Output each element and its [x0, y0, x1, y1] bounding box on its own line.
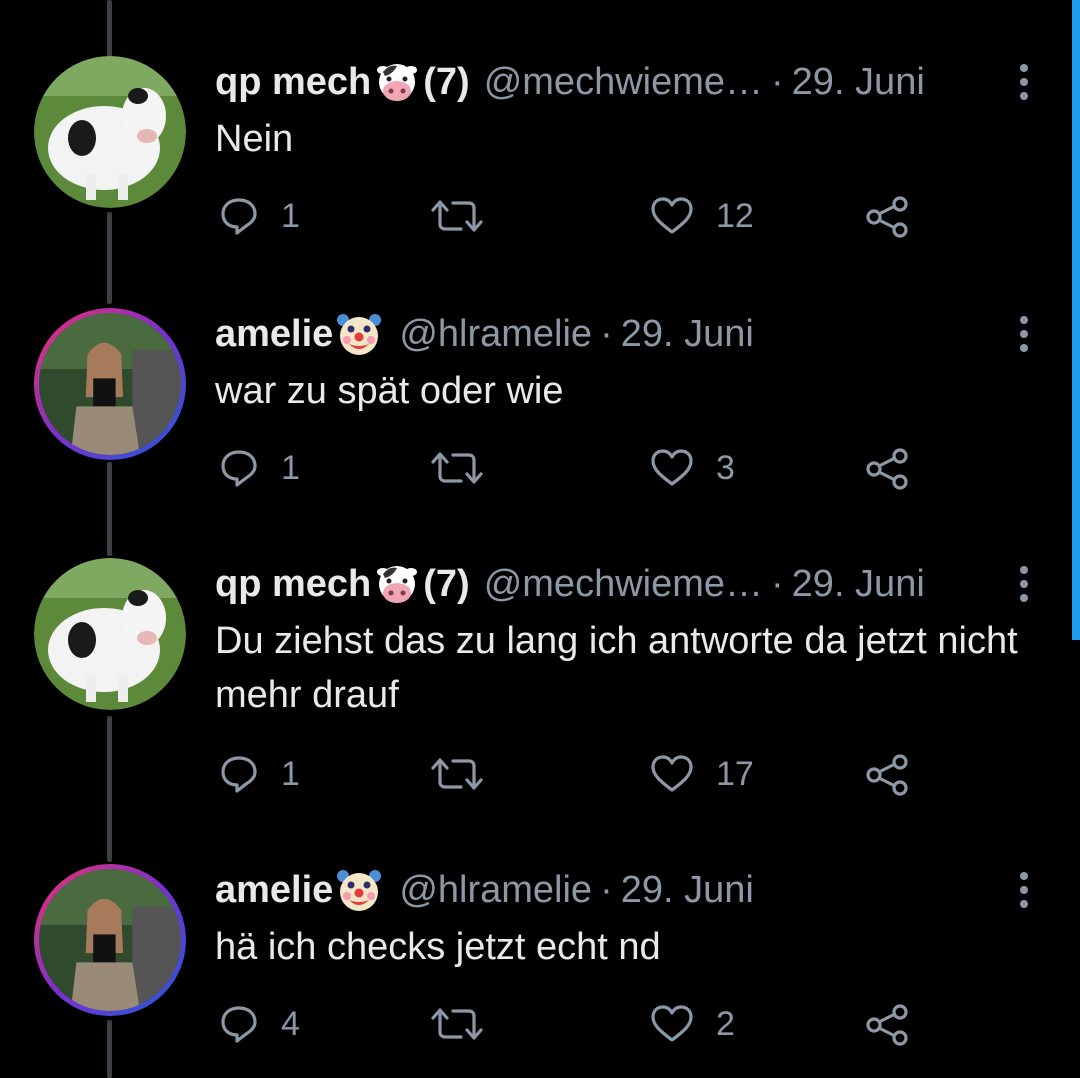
reply-button[interactable]: 1 [219, 196, 300, 236]
user-handle[interactable]: @mechwieme… [484, 61, 763, 104]
reply-button[interactable]: 4 [219, 1004, 300, 1044]
avatar[interactable] [34, 558, 186, 710]
retweet-button[interactable] [429, 754, 485, 794]
retweet-icon [431, 200, 483, 232]
share-icon [866, 754, 908, 796]
tweet-date[interactable]: 29. Juni [621, 869, 754, 912]
more-options-icon[interactable] [1012, 560, 1036, 608]
like-button[interactable]: 3 [650, 448, 735, 488]
heart-icon [651, 755, 693, 792]
cow-photo [34, 558, 186, 710]
share-icon [866, 196, 908, 238]
tweet[interactable]: amelie @hlramelie · 29. Juni hä ich chec… [0, 808, 1072, 1078]
scroll-indicator[interactable] [1072, 0, 1080, 640]
tweet[interactable]: amelie @hlramelie · 29. Juni war zu spät… [0, 252, 1072, 502]
tweet-date[interactable]: 29. Juni [792, 61, 925, 104]
tweet[interactable]: qp mech (7) @mechwieme… · 29. Juni Du zi… [0, 502, 1072, 812]
user-handle[interactable]: @hlramelie [399, 869, 592, 912]
cow-face-icon [373, 58, 421, 106]
reply-icon [221, 198, 257, 235]
share-button[interactable] [864, 754, 912, 796]
share-icon [866, 448, 908, 490]
retweet-icon [431, 452, 483, 484]
tweet-header: qp mech (7) @mechwieme… · 29. Juni [215, 58, 925, 106]
display-name[interactable]: amelie [215, 869, 333, 912]
reply-count: 1 [281, 754, 300, 793]
tweet-date[interactable]: 29. Juni [792, 563, 925, 606]
tweet-text: Du ziehst das zu lang ich antworte da je… [215, 620, 1018, 716]
share-button[interactable] [864, 196, 912, 238]
person-photo [39, 313, 181, 455]
separator-dot: · [600, 312, 613, 355]
tweet-header: qp mech (7) @mechwieme… · 29. Juni [215, 560, 925, 608]
like-button[interactable]: 2 [650, 1004, 735, 1044]
clown-face-icon [335, 310, 383, 358]
heart-icon [651, 1005, 693, 1042]
cow-face-icon [373, 560, 421, 608]
tweet-date[interactable]: 29. Juni [621, 313, 754, 356]
user-handle[interactable]: @mechwieme… [484, 563, 763, 606]
more-options-icon[interactable] [1012, 866, 1036, 914]
retweet-icon [431, 1008, 483, 1040]
heart-icon [651, 197, 693, 234]
retweet-icon [431, 758, 483, 790]
user-handle[interactable]: @hlramelie [399, 313, 592, 356]
heart-icon [651, 449, 693, 486]
tweet-header: amelie @hlramelie · 29. Juni [215, 310, 754, 358]
like-count: 12 [716, 196, 754, 235]
tweet-header: amelie @hlramelie · 29. Juni [215, 866, 754, 914]
separator-dot: · [771, 562, 784, 605]
reply-count: 1 [281, 448, 300, 487]
share-icon [866, 1004, 908, 1046]
tweet-text: hä ich checks jetzt echt nd [215, 926, 661, 968]
more-options-icon[interactable] [1012, 310, 1036, 358]
retweet-button[interactable] [429, 196, 485, 236]
reply-button[interactable]: 1 [219, 754, 300, 794]
retweet-button[interactable] [429, 448, 485, 488]
tweet-text: war zu spät oder wie [215, 370, 564, 412]
like-button[interactable]: 17 [650, 754, 754, 794]
cow-photo [34, 56, 186, 208]
like-count: 17 [716, 754, 754, 793]
separator-dot: · [600, 868, 613, 911]
reply-button[interactable]: 1 [219, 448, 300, 488]
person-photo [39, 869, 181, 1011]
retweet-button[interactable] [429, 1004, 485, 1044]
like-count: 2 [716, 1004, 735, 1043]
badge-count: (7) [423, 60, 470, 103]
share-button[interactable] [864, 1004, 912, 1046]
display-name[interactable]: qp mech [215, 563, 371, 606]
avatar[interactable] [34, 864, 186, 1016]
display-name[interactable]: amelie [215, 313, 333, 356]
more-options-icon[interactable] [1012, 58, 1036, 106]
like-button[interactable]: 12 [650, 196, 754, 236]
avatar[interactable] [34, 56, 186, 208]
reply-icon [221, 1006, 257, 1043]
reply-count: 1 [281, 196, 300, 235]
reply-icon [221, 756, 257, 793]
badge-count: (7) [423, 562, 470, 605]
reply-icon [221, 450, 257, 487]
display-name[interactable]: qp mech [215, 61, 371, 104]
tweet[interactable]: qp mech (7) @mechwieme… · 29. Juni Nein … [0, 0, 1072, 250]
reply-count: 4 [281, 1004, 300, 1043]
separator-dot: · [771, 60, 784, 103]
share-button[interactable] [864, 448, 912, 490]
tweet-text: Nein [215, 118, 294, 160]
like-count: 3 [716, 448, 735, 487]
clown-face-icon [335, 866, 383, 914]
avatar[interactable] [34, 308, 186, 460]
